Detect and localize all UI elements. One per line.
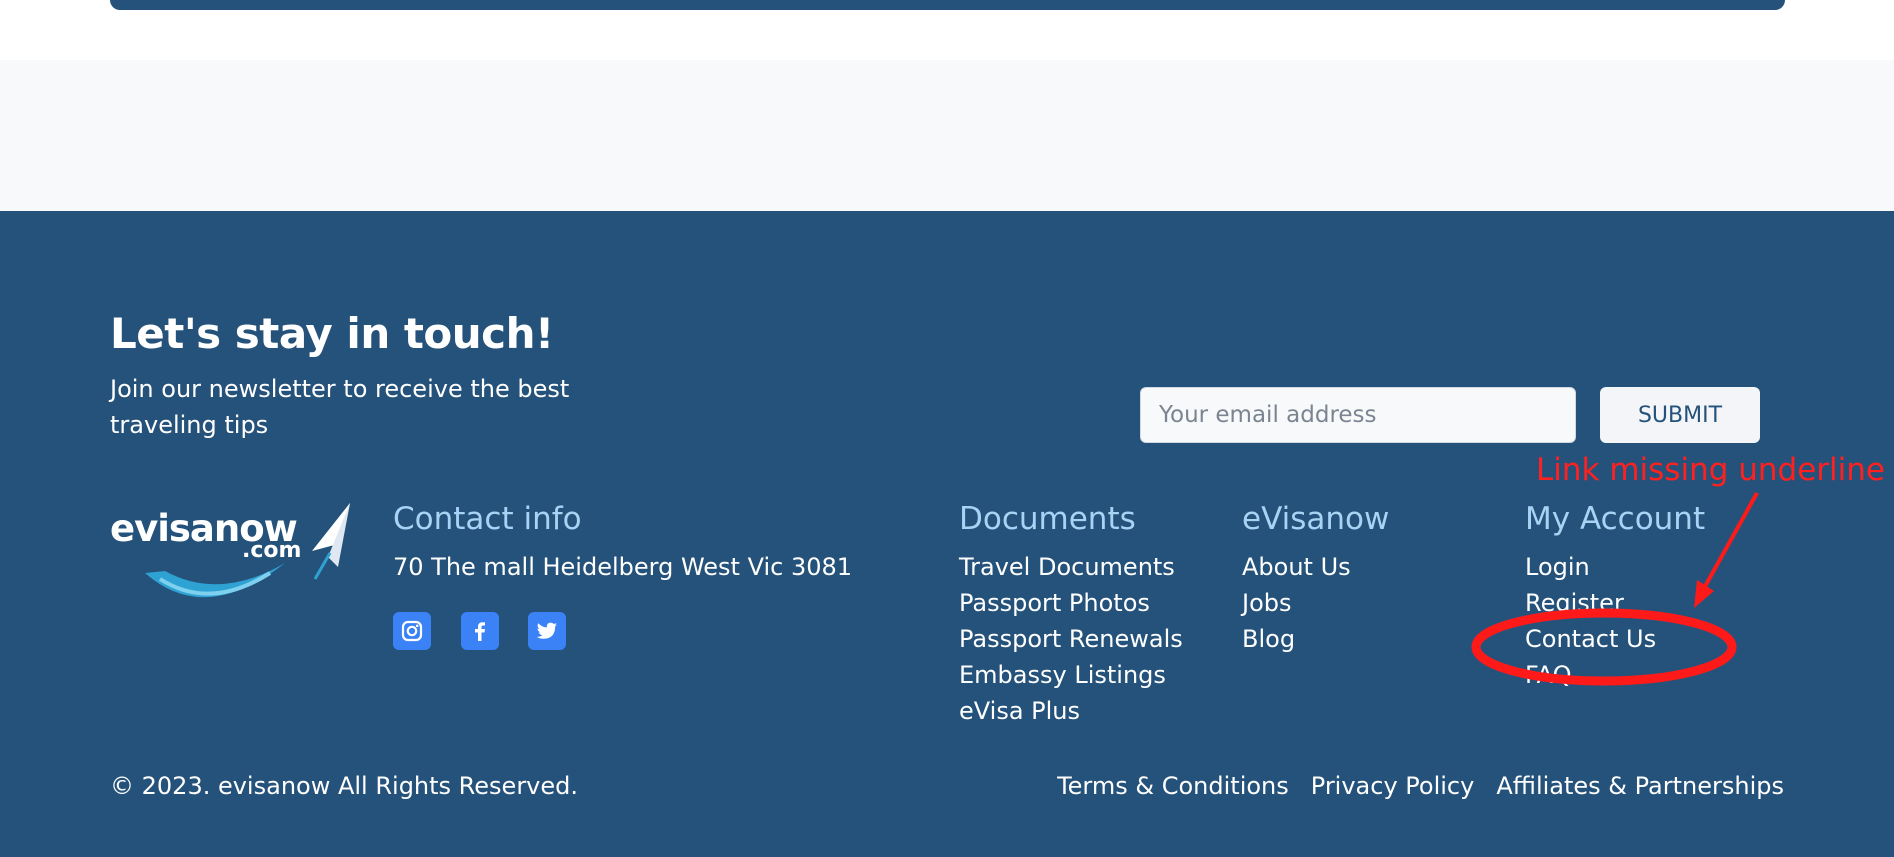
my-account-links: Login Register Contact Us FAQ <box>1525 549 1656 693</box>
contact-address: 70 The mall Heidelberg West Vic 3081 <box>393 553 853 581</box>
link-terms-conditions[interactable]: Terms & Conditions <box>1057 768 1289 804</box>
instagram-icon <box>401 620 423 642</box>
newsletter-subtitle: Join our newsletter to receive the best … <box>110 375 570 439</box>
facebook-button[interactable] <box>461 612 499 650</box>
contact-info-heading: Contact info <box>393 501 582 537</box>
evisanow-heading: eVisanow <box>1242 501 1390 537</box>
submit-button[interactable]: SUBMIT <box>1600 387 1760 443</box>
logo-suffix: .com <box>242 538 301 563</box>
link-register[interactable]: Register <box>1525 585 1656 621</box>
link-jobs[interactable]: Jobs <box>1242 585 1351 621</box>
twitter-icon <box>536 622 558 639</box>
twitter-button[interactable] <box>528 612 566 650</box>
annotation-label: Link missing underline <box>1536 452 1885 488</box>
top-card-edge <box>110 0 1785 10</box>
link-passport-renewals[interactable]: Passport Renewals <box>959 621 1183 657</box>
link-privacy-policy[interactable]: Privacy Policy <box>1311 768 1475 804</box>
documents-heading: Documents <box>959 501 1136 537</box>
email-input[interactable] <box>1140 387 1576 443</box>
copyright-text: © 2023. evisanow All Rights Reserved. <box>110 772 579 800</box>
link-passport-photos[interactable]: Passport Photos <box>959 585 1183 621</box>
link-evisa-plus[interactable]: eVisa Plus <box>959 693 1183 729</box>
site-footer: Let's stay in touch! Join our newsletter… <box>0 211 1894 857</box>
documents-links: Travel Documents Passport Photos Passpor… <box>959 549 1183 729</box>
gray-spacer-section <box>0 60 1894 211</box>
my-account-heading: My Account <box>1525 501 1706 537</box>
link-contact-us[interactable]: Contact Us <box>1525 621 1656 657</box>
link-embassy-listings[interactable]: Embassy Listings <box>959 657 1183 693</box>
link-faq[interactable]: FAQ <box>1525 657 1656 693</box>
link-affiliates-partnerships[interactable]: Affiliates & Partnerships <box>1496 768 1784 804</box>
evisanow-logo-graphic: evisanow .com <box>110 503 350 598</box>
link-login[interactable]: Login <box>1525 549 1656 585</box>
evisanow-logo[interactable]: evisanow .com <box>110 501 360 611</box>
link-about-us[interactable]: About Us <box>1242 549 1351 585</box>
newsletter-title: Let's stay in touch! <box>110 309 554 358</box>
link-travel-documents[interactable]: Travel Documents <box>959 549 1183 585</box>
link-blog[interactable]: Blog <box>1242 621 1351 657</box>
legal-links: Terms & Conditions Privacy Policy Affili… <box>1057 768 1784 804</box>
instagram-button[interactable] <box>393 612 431 650</box>
evisanow-links: About Us Jobs Blog <box>1242 549 1351 657</box>
facebook-icon <box>475 622 485 641</box>
